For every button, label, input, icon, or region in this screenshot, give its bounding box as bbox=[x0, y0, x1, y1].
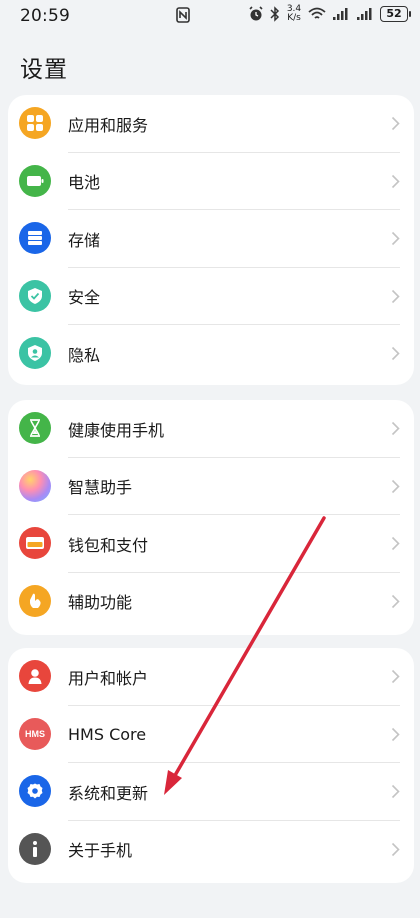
apps-icon bbox=[19, 107, 51, 139]
chevron-right-icon bbox=[391, 727, 400, 741]
settings-item-accessibility[interactable]: 辅助功能 bbox=[8, 573, 414, 631]
settings-item-users-accounts[interactable]: 用户和帐户 bbox=[8, 648, 414, 706]
settings-item-label: HMS Core bbox=[68, 724, 147, 744]
status-time: 20:59 bbox=[20, 6, 70, 26]
chevron-right-icon bbox=[391, 842, 400, 856]
status-icons: 3.4 K/s 52 bbox=[248, 5, 411, 23]
chevron-right-icon bbox=[391, 346, 400, 361]
settings-group-1: 应用和服务 电池 存储 安全 隐私 bbox=[8, 95, 414, 385]
settings-item-label: 应用和服务 bbox=[68, 115, 149, 135]
chevron-right-icon bbox=[391, 116, 400, 131]
settings-item-apps-services[interactable]: 应用和服务 bbox=[8, 95, 414, 153]
wallet-icon bbox=[19, 527, 51, 559]
hms-icon-text: HMS bbox=[25, 728, 45, 739]
settings-item-label: 辅助功能 bbox=[68, 593, 133, 613]
settings-item-wallet[interactable]: 钱包和支付 bbox=[8, 515, 414, 573]
chevron-right-icon bbox=[391, 289, 400, 303]
shield-check-icon bbox=[19, 279, 51, 312]
settings-item-label: 钱包和支付 bbox=[68, 535, 149, 555]
chevron-right-icon bbox=[391, 784, 400, 799]
bluetooth-icon bbox=[270, 6, 280, 22]
settings-item-privacy[interactable]: 隐私 bbox=[8, 325, 414, 383]
chevron-right-icon bbox=[391, 669, 400, 684]
settings-item-label: 安全 bbox=[68, 288, 101, 308]
settings-item-label: 系统和更新 bbox=[68, 783, 149, 803]
wifi-icon bbox=[308, 7, 326, 19]
settings-item-security[interactable]: 安全 bbox=[8, 268, 414, 325]
assistant-icon bbox=[19, 469, 51, 502]
settings-item-label: 存储 bbox=[68, 230, 101, 250]
user-icon bbox=[19, 660, 51, 692]
chevron-right-icon bbox=[391, 231, 400, 246]
settings-item-label: 健康使用手机 bbox=[68, 420, 165, 440]
network-speed-unit: K/s bbox=[287, 13, 301, 23]
settings-item-label: 隐私 bbox=[68, 345, 101, 365]
signal-icon-2 bbox=[357, 8, 372, 20]
settings-group-2: 健康使用手机 智慧助手 钱包和支付 辅助功能 bbox=[8, 400, 414, 635]
settings-item-about-phone[interactable]: 关于手机 bbox=[8, 821, 414, 879]
settings-item-system-updates[interactable]: 系统和更新 bbox=[8, 763, 414, 821]
page-title: 设置 bbox=[20, 57, 68, 83]
alarm-icon bbox=[249, 6, 263, 21]
chevron-right-icon bbox=[391, 174, 400, 188]
settings-group-3: 用户和帐户 HMS HMS Core 系统和更新 关于手机 bbox=[8, 648, 414, 883]
storage-icon bbox=[19, 222, 51, 254]
settings-item-label: 关于手机 bbox=[68, 841, 133, 861]
chevron-right-icon bbox=[391, 479, 400, 493]
signal-icon-1 bbox=[333, 8, 348, 20]
hourglass-icon bbox=[19, 412, 51, 444]
battery-icon bbox=[19, 164, 51, 197]
hand-icon bbox=[19, 584, 51, 617]
settings-item-battery[interactable]: 电池 bbox=[8, 153, 414, 210]
battery-indicator: 52 bbox=[380, 6, 411, 22]
network-speed: 3.4 K/s bbox=[286, 5, 302, 23]
privacy-icon bbox=[19, 337, 51, 369]
gear-icon bbox=[19, 775, 51, 807]
hms-icon: HMS bbox=[19, 717, 51, 750]
settings-item-digital-balance[interactable]: 健康使用手机 bbox=[8, 400, 414, 458]
settings-item-label: 电池 bbox=[68, 173, 101, 193]
chevron-right-icon bbox=[391, 536, 400, 551]
info-icon bbox=[19, 832, 51, 865]
status-bar: 20:59 3.4 K/s 52 bbox=[0, 0, 420, 32]
settings-item-label: 智慧助手 bbox=[68, 478, 133, 498]
nfc-icon bbox=[176, 7, 190, 23]
settings-item-storage[interactable]: 存储 bbox=[8, 210, 414, 268]
chevron-right-icon bbox=[391, 421, 400, 436]
settings-item-hms-core[interactable]: HMS HMS Core bbox=[8, 706, 414, 763]
settings-item-label: 用户和帐户 bbox=[68, 668, 149, 688]
chevron-right-icon bbox=[391, 594, 400, 608]
settings-item-assistant[interactable]: 智慧助手 bbox=[8, 458, 414, 515]
